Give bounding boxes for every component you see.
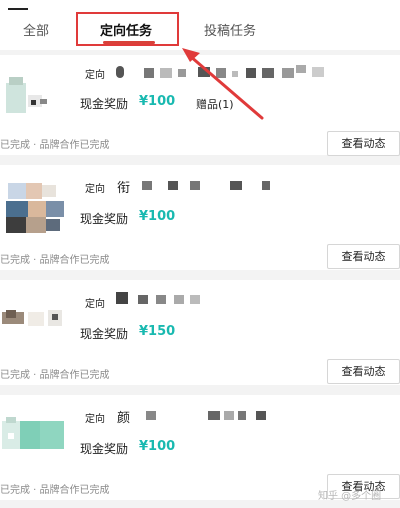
view-activity-button[interactable]: 查看动态 xyxy=(327,359,400,384)
task-status: 已完成 · 品牌合作已完成 xyxy=(0,140,110,151)
task-type-label: 定向 xyxy=(85,299,105,310)
reward-label: 现金奖励 xyxy=(80,327,129,341)
task-card[interactable]: 定向 衔 现金奖励 ¥100 已完成 · 品牌合作已完成 查看动态 xyxy=(0,165,400,270)
product-thumbnail xyxy=(6,77,47,113)
reward-amount: ¥100 xyxy=(139,439,176,454)
tab-all[interactable]: 全部 xyxy=(23,20,49,39)
tab-submission[interactable]: 投稿任务 xyxy=(204,20,256,39)
reward-label: 现金奖励 xyxy=(80,442,129,456)
annotation-highlight-box xyxy=(76,12,179,46)
reward-label: 现金奖励 xyxy=(80,97,129,111)
product-thumbnail xyxy=(2,310,62,326)
gift-count: 赠品(1) xyxy=(196,98,234,111)
product-thumbnail xyxy=(2,417,64,449)
task-card[interactable]: 定向 颜 现金奖励 ¥100 已完成 · 品牌合作已完成 查看动态 xyxy=(0,395,400,500)
tab-bar: 全部 定向任务 投稿任务 xyxy=(0,0,400,50)
reward-amount: ¥100 xyxy=(139,209,176,224)
task-card[interactable]: 定向 现金奖励 ¥150 已完成 · 品牌合作已完成 查看动态 xyxy=(0,280,400,385)
status-indicator xyxy=(8,8,28,10)
task-type-label: 定向 xyxy=(85,414,105,425)
task-type-label: 定向 xyxy=(85,70,105,81)
brand-first-char: 衔 xyxy=(117,181,131,196)
watermark: 知乎 @多个圈 xyxy=(318,491,382,502)
product-thumbnail xyxy=(6,183,64,233)
task-status: 已完成 · 品牌合作已完成 xyxy=(0,485,110,496)
view-activity-button[interactable]: 查看动态 xyxy=(327,244,400,269)
reward-amount: ¥100 xyxy=(139,94,176,109)
reward-label: 现金奖励 xyxy=(80,212,129,226)
task-status: 已完成 · 品牌合作已完成 xyxy=(0,370,110,381)
reward-amount: ¥150 xyxy=(139,324,176,339)
task-status: 已完成 · 品牌合作已完成 xyxy=(0,255,110,266)
task-type-label: 定向 xyxy=(85,184,105,195)
view-activity-button[interactable]: 查看动态 xyxy=(327,131,400,156)
task-card[interactable]: 定向 现金奖励 ¥100 赠品(1) 已完成 · 品牌合作已完成 查看动态 xyxy=(0,55,400,156)
brand-first-char: 颜 xyxy=(117,411,131,426)
